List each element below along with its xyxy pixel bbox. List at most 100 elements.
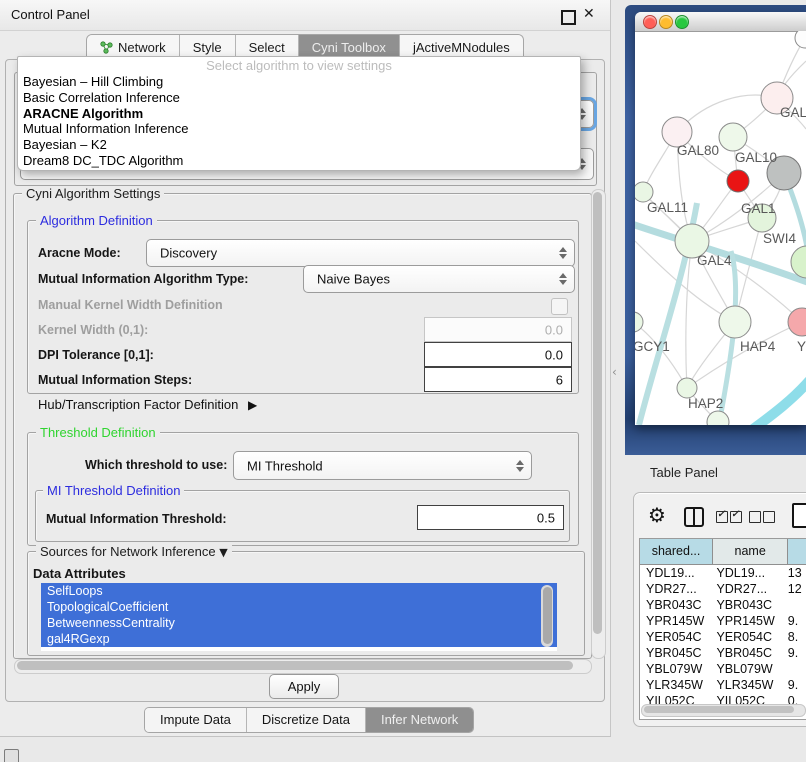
select-all-columns-icon[interactable] xyxy=(716,511,742,523)
node-red-selected[interactable] xyxy=(727,170,749,192)
aracne-mode-combobox[interactable]: Discovery xyxy=(146,239,575,267)
column-header-shared-name[interactable]: shared... xyxy=(640,539,713,564)
cell-shared-name: YPR145W xyxy=(640,613,710,629)
combo-stepper-icon xyxy=(559,273,567,285)
zoom-traffic-light-icon[interactable] xyxy=(675,15,689,29)
algorithm-definition-title: Algorithm Definition xyxy=(36,213,157,228)
float-window-icon[interactable] xyxy=(561,10,576,25)
data-attributes-listbox: SelfLoops TopologicalCoefficient Between… xyxy=(41,583,557,651)
node-hap4[interactable] xyxy=(719,306,751,338)
cell-name: YBR043C xyxy=(710,597,783,613)
node[interactable] xyxy=(707,411,729,425)
minimized-window-icon[interactable] xyxy=(4,749,19,762)
cell-name: YPR145W xyxy=(710,613,783,629)
threshold-definition-title: Threshold Definition xyxy=(36,425,160,440)
table-row[interactable]: YDR27... YDR27... 12 xyxy=(640,581,806,597)
attributes-scrollbar xyxy=(541,585,553,647)
column-header-partial[interactable] xyxy=(788,539,806,564)
algorithm-option[interactable]: Basic Correlation Inference xyxy=(18,90,580,106)
mi-threshold-input[interactable]: 0.5 xyxy=(417,505,564,530)
mi-algorithm-type-combobox[interactable]: Naive Bayes xyxy=(303,265,575,293)
tab-infer-network[interactable]: Infer Network xyxy=(366,708,473,732)
node-label: SWI4 xyxy=(763,231,796,246)
algorithm-option[interactable]: Bayesian – K2 xyxy=(18,137,580,153)
table-row[interactable]: YBR045C YBR045C 9. xyxy=(640,645,806,661)
cell-name: YBR045C xyxy=(710,645,783,661)
manual-kernel-width-checkbox[interactable] xyxy=(551,298,568,315)
settings-vertical-scrollbar-thumb[interactable] xyxy=(593,192,602,634)
node-label: GAL4 xyxy=(697,253,732,268)
node[interactable] xyxy=(795,31,806,48)
aracne-mode-label: Aracne Mode: xyxy=(38,246,121,260)
dpi-tolerance-label: DPI Tolerance [0,1]: xyxy=(38,348,154,362)
settings-vertical-scrollbar xyxy=(591,189,606,659)
tab-discretize-data[interactable]: Discretize Data xyxy=(247,708,366,732)
node-label: HAP4 xyxy=(740,339,776,354)
hub-definition-label: Hub/Transcription Factor Definition xyxy=(38,397,238,412)
dpi-tolerance-input[interactable]: 0.0 xyxy=(424,342,572,367)
node-swi4[interactable] xyxy=(791,246,806,278)
aracne-mode-value: Discovery xyxy=(160,246,217,261)
cell-shared-name: YER054C xyxy=(640,629,710,645)
settings-horizontal-scrollbar xyxy=(14,659,592,674)
expand-right-icon: ▶ xyxy=(248,398,257,412)
columns-icon[interactable] xyxy=(684,507,704,527)
new-table-icon[interactable] xyxy=(792,503,806,528)
algorithm-option[interactable]: Mutual Information Inference xyxy=(18,121,580,137)
settings-horizontal-scrollbar-thumb[interactable] xyxy=(17,661,573,670)
table-row[interactable]: YBL079W YBL079W xyxy=(640,661,806,677)
cell-value xyxy=(784,661,806,677)
network-view-window: GAL GAL80 GAL10 GAL1 GAL11 SWI4 GAL4 GCY… xyxy=(635,12,806,425)
table-panel-title: Table Panel xyxy=(650,465,718,480)
table-horizontal-scrollbar-thumb[interactable] xyxy=(644,706,794,713)
table-row[interactable]: YBR043C YBR043C xyxy=(640,597,806,613)
algorithm-option-selected[interactable]: ARACNE Algorithm xyxy=(18,106,580,122)
attribute-item[interactable]: BetweennessCentrality xyxy=(41,615,557,631)
node-label: GAL80 xyxy=(677,143,719,158)
cell-name: YLR345W xyxy=(710,677,783,693)
node-gal11[interactable] xyxy=(635,182,653,202)
attribute-item[interactable]: TopologicalCoefficient xyxy=(41,599,557,615)
combo-stepper-icon xyxy=(559,247,567,259)
table-row[interactable]: YPR145W YPR145W 9. xyxy=(640,613,806,629)
panel-collapse-icon[interactable]: ‹ xyxy=(612,365,617,379)
node-label: GAL1 xyxy=(741,201,776,216)
attribute-item[interactable]: gal4RGexp xyxy=(41,631,557,647)
table-row[interactable]: YDL19... YDL19... 13 xyxy=(640,565,806,581)
network-canvas[interactable]: GAL GAL80 GAL10 GAL1 GAL11 SWI4 GAL4 GCY… xyxy=(635,31,806,425)
table-row[interactable]: YLR345W YLR345W 9. xyxy=(640,677,806,693)
cell-shared-name: YDL19... xyxy=(640,565,710,581)
apply-button[interactable]: Apply xyxy=(269,674,339,699)
table-row[interactable]: YER054C YER054C 8. xyxy=(640,629,806,645)
attributes-scrollbar-thumb[interactable] xyxy=(543,587,552,644)
node-label: GCY1 xyxy=(635,339,670,354)
node-hap2[interactable] xyxy=(677,378,697,398)
popup-hint: Select algorithm to view settings xyxy=(18,57,580,74)
mi-steps-input[interactable]: 6 xyxy=(424,367,572,392)
column-header-name[interactable]: name xyxy=(713,539,788,564)
hub-definition-section[interactable]: Hub/Transcription Factor Definition ▶ xyxy=(38,397,257,412)
kernel-width-input[interactable]: 0.0 xyxy=(424,317,572,342)
sources-group-title[interactable]: Sources for Network Inference ▼ xyxy=(36,544,232,559)
combo-stepper-icon xyxy=(516,460,524,472)
minimize-traffic-light-icon[interactable] xyxy=(659,15,673,29)
cell-shared-name: YLR345W xyxy=(640,677,710,693)
cyni-bottom-tabs: Impute Data Discretize Data Infer Networ… xyxy=(144,707,474,733)
which-threshold-combobox[interactable]: MI Threshold xyxy=(233,451,532,480)
gear-icon[interactable]: ⚙ xyxy=(648,503,666,527)
tab-impute-data[interactable]: Impute Data xyxy=(145,708,247,732)
attribute-item[interactable]: SelfLoops xyxy=(41,583,557,599)
algorithm-option[interactable]: Bayesian – Hill Climbing xyxy=(18,74,580,90)
cell-value xyxy=(784,597,806,613)
algorithm-option[interactable]: Dream8 DC_TDC Algorithm xyxy=(18,153,580,169)
network-graph: GAL GAL80 GAL10 GAL1 GAL11 SWI4 GAL4 GCY… xyxy=(635,31,806,425)
mi-algorithm-type-value: Naive Bayes xyxy=(317,272,390,287)
settings-group-title: Cyni Algorithm Settings xyxy=(22,186,164,201)
close-icon[interactable]: ✕ xyxy=(583,6,595,22)
deselect-all-columns-icon[interactable] xyxy=(749,511,775,523)
mi-steps-label: Mutual Information Steps: xyxy=(38,373,192,387)
node-gal10[interactable] xyxy=(719,123,747,151)
close-traffic-light-icon[interactable] xyxy=(643,15,657,29)
mi-threshold-label: Mutual Information Threshold: xyxy=(46,512,227,526)
cell-value: 9. xyxy=(784,645,806,661)
